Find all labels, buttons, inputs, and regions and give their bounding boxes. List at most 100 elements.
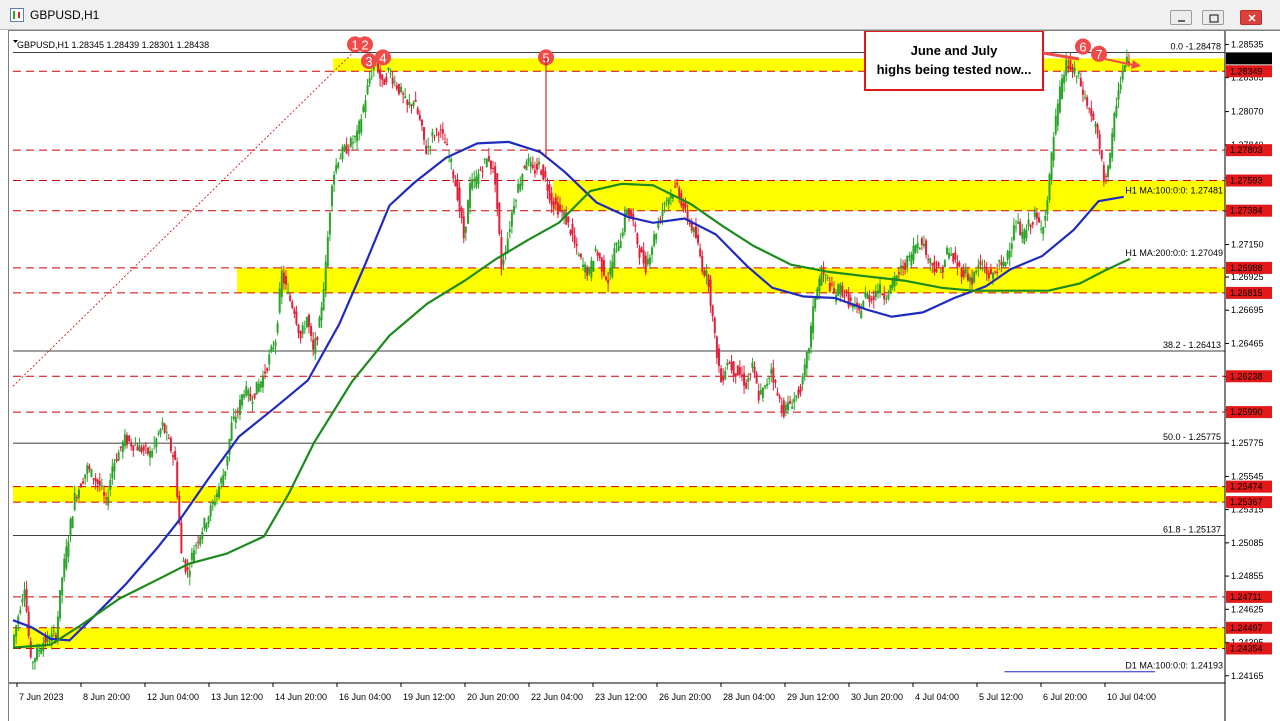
candle-body xyxy=(462,216,465,239)
candle-body xyxy=(694,226,697,238)
candle-body xyxy=(874,291,877,298)
fibonacci-label: 50.0 - 1.25775 xyxy=(1163,432,1221,442)
candle-body xyxy=(337,162,340,168)
maximize-button[interactable] xyxy=(1202,10,1224,25)
candle-body xyxy=(347,149,350,151)
candle-body xyxy=(450,159,453,162)
price-chart[interactable]: 0.0 -1.28478 38.2 - 1.26413 50.0 - 1.25775… xyxy=(9,31,1280,721)
candle-body xyxy=(759,390,762,395)
candle-body xyxy=(1084,97,1087,99)
candle-body xyxy=(699,248,702,257)
candle-body xyxy=(1115,105,1118,117)
candle-body xyxy=(828,283,831,292)
candle-body xyxy=(205,523,208,530)
candle-body xyxy=(324,261,327,291)
minimize-button[interactable] xyxy=(1170,10,1192,25)
candle-body xyxy=(920,238,923,245)
candle-body xyxy=(138,445,141,452)
candle-body xyxy=(443,142,446,144)
candle-body xyxy=(1061,78,1064,100)
candle-body xyxy=(1029,225,1032,228)
candle-body xyxy=(1040,228,1043,230)
candle-body xyxy=(142,446,145,451)
candle-body xyxy=(571,223,574,236)
candle-body xyxy=(552,201,555,209)
candle-body xyxy=(157,433,160,435)
candle-body xyxy=(977,265,980,269)
chart-area[interactable]: 0.0 -1.28478 38.2 - 1.26413 50.0 - 1.25775… xyxy=(8,30,1280,721)
candle-body xyxy=(370,76,373,78)
candle-body xyxy=(1056,103,1059,126)
candle-body xyxy=(717,348,720,367)
candle-body xyxy=(751,362,754,368)
candle-body xyxy=(971,277,974,285)
marker-label: 2 xyxy=(361,37,368,52)
price-tick-label: 1.24625 xyxy=(1231,604,1264,614)
candle-body xyxy=(743,373,746,386)
candle-body xyxy=(592,261,595,272)
candle-body xyxy=(360,118,363,133)
candle-body xyxy=(410,104,413,107)
candle-body xyxy=(458,187,461,211)
candle-body xyxy=(653,234,656,246)
close-button[interactable] xyxy=(1240,10,1262,25)
candle-body xyxy=(82,481,85,484)
price-tick-label: 1.28535 xyxy=(1231,39,1264,49)
candle-body xyxy=(1071,67,1074,71)
candle-body xyxy=(810,325,813,348)
candle-body xyxy=(966,273,969,281)
candle-body xyxy=(330,185,333,207)
candle-body xyxy=(272,347,275,350)
candle-body xyxy=(1006,251,1009,260)
candle-body xyxy=(998,259,1001,262)
candle-body xyxy=(548,184,551,201)
candle-body xyxy=(389,73,392,75)
candle-body xyxy=(910,254,913,266)
marker-label: 6 xyxy=(1079,40,1086,55)
fibonacci-label: 0.0 -1.28478 xyxy=(1170,42,1221,52)
candle-body xyxy=(473,178,476,181)
candle-body xyxy=(418,114,421,120)
candle-body xyxy=(674,186,677,188)
candle-body xyxy=(985,266,988,274)
candle-body xyxy=(257,383,260,392)
price-tag-label: 1.24711 xyxy=(1230,592,1262,602)
time-tick-label: 6 Jul 20:00 xyxy=(1043,692,1087,702)
candle-body xyxy=(238,399,241,415)
candle-body xyxy=(950,254,953,256)
candle-body xyxy=(941,267,944,273)
candle-body xyxy=(36,647,39,660)
candle-body xyxy=(1081,89,1084,95)
candle-body xyxy=(720,368,723,383)
support-resistance-zone xyxy=(13,627,1225,649)
candle-body xyxy=(613,248,616,267)
candle-body xyxy=(663,202,666,205)
candle-body xyxy=(885,298,888,300)
candle-body xyxy=(533,170,536,174)
time-tick-label: 30 Jun 20:00 xyxy=(851,692,903,702)
candle-body xyxy=(1038,217,1041,223)
candle-body xyxy=(730,361,733,371)
candle-body xyxy=(575,243,578,247)
candle-body xyxy=(102,492,105,496)
candle-body xyxy=(326,236,329,267)
candle-body xyxy=(1096,124,1099,134)
candle-body xyxy=(864,292,867,297)
candles-layer xyxy=(13,49,1130,670)
candle-body xyxy=(849,297,852,301)
candle-body xyxy=(952,253,955,262)
candle-body xyxy=(280,270,283,298)
candle-body xyxy=(964,269,967,274)
candle-body xyxy=(529,161,532,167)
candle-body xyxy=(1021,231,1024,239)
candle-body xyxy=(293,309,296,314)
candle-body xyxy=(73,493,76,511)
candle-body xyxy=(927,259,930,261)
candle-body xyxy=(1033,209,1036,218)
candle-body xyxy=(362,106,365,113)
candle-body xyxy=(270,346,273,352)
candle-body xyxy=(996,271,999,273)
time-tick-label: 28 Jun 04:00 xyxy=(723,692,775,702)
candle-body xyxy=(897,272,900,275)
candle-body xyxy=(404,96,407,98)
